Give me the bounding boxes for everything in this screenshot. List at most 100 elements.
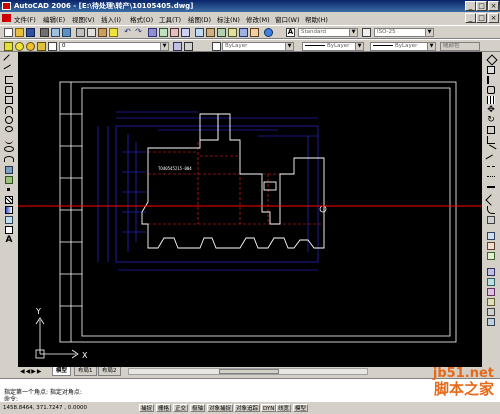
polar-toggle[interactable]: 极轴 — [190, 404, 206, 412]
chevron-down-icon[interactable]: ▼ — [355, 43, 363, 50]
scale-icon[interactable] — [487, 126, 495, 134]
layer-thaw-icon[interactable] — [26, 42, 35, 51]
move-icon[interactable]: ✥ — [487, 106, 495, 115]
match-properties-icon[interactable] — [109, 28, 118, 37]
mirror-icon[interactable] — [487, 76, 495, 84]
pan-icon[interactable] — [148, 28, 157, 37]
zoom-previous-icon[interactable] — [181, 28, 190, 37]
menu-draw[interactable]: 绘图(D) — [188, 14, 211, 24]
plotstyle-select[interactable]: 随颜色 — [440, 42, 480, 51]
make-block-icon[interactable] — [5, 176, 13, 184]
dyn-toggle[interactable]: DYN — [261, 404, 277, 412]
chevron-down-icon[interactable]: ▼ — [425, 29, 433, 36]
array-icon[interactable] — [487, 96, 495, 104]
plot-icon[interactable] — [40, 28, 49, 37]
revcloud-icon[interactable] — [5, 126, 13, 132]
menu-edit[interactable]: 编辑(E) — [43, 14, 65, 24]
markup-icon[interactable] — [239, 28, 248, 37]
lineweight-toggle[interactable]: 线宽 — [276, 404, 292, 412]
command-window[interactable]: 指定第一个角点: 指定对角点: 命令: — [0, 378, 500, 403]
properties-icon[interactable] — [195, 28, 204, 37]
insert-block-icon[interactable] — [5, 166, 13, 174]
layer-previous-icon[interactable] — [184, 42, 193, 51]
layer-manager-icon[interactable] — [4, 42, 13, 51]
dim-style-select[interactable]: ISO-25 ▼ — [374, 28, 434, 37]
dimension-continue-icon[interactable] — [487, 318, 495, 326]
rectangle-icon[interactable] — [5, 96, 13, 104]
draw-order-icon[interactable] — [487, 232, 495, 240]
doc-restore-button[interactable]: □ — [476, 13, 487, 23]
save-icon[interactable] — [26, 28, 35, 37]
drawing-canvas[interactable]: TO40545215-004 Y X — [18, 52, 482, 367]
polygon-icon[interactable] — [5, 86, 13, 94]
tab-scroll-arrows[interactable]: ◀◀▶▶ — [20, 368, 42, 375]
osnap-toggle[interactable]: 对象捕捉 — [207, 404, 234, 412]
color-select[interactable]: ByLayer ▼ — [222, 42, 294, 51]
menu-dimension[interactable]: 标注(N) — [217, 14, 240, 24]
menu-window[interactable]: 窗口(W) — [275, 14, 300, 24]
extend-icon[interactable] — [485, 154, 497, 166]
autocad-app-icon[interactable] — [2, 2, 11, 10]
designcenter-icon[interactable] — [206, 28, 215, 37]
spline-icon[interactable] — [5, 136, 13, 144]
point-icon[interactable] — [7, 188, 10, 191]
region-icon[interactable] — [5, 216, 13, 224]
sheetset-icon[interactable] — [228, 28, 237, 37]
document-icon[interactable] — [2, 14, 11, 22]
redo-icon[interactable]: ↷ — [134, 28, 143, 37]
color-swatch-icon[interactable] — [212, 42, 221, 51]
circle-icon[interactable] — [5, 116, 13, 124]
undo-icon[interactable]: ↶ — [123, 28, 132, 37]
arc-icon[interactable] — [5, 106, 13, 114]
model-space-toggle[interactable]: 模型 — [293, 404, 309, 412]
copy-object-icon[interactable] — [487, 66, 495, 74]
dimension-angular-icon[interactable] — [487, 298, 495, 306]
tab-layout1[interactable]: 布局1 — [74, 367, 97, 376]
chevron-down-icon[interactable]: ▼ — [427, 43, 435, 50]
zoom-window-icon[interactable] — [170, 28, 179, 37]
chevron-down-icon[interactable]: ▼ — [349, 29, 357, 36]
erase-icon[interactable] — [486, 54, 498, 66]
menu-format[interactable]: 格式(O) — [130, 14, 153, 24]
doc-minimize-button[interactable]: _ — [465, 13, 476, 23]
multiline-text-icon[interactable]: A — [5, 236, 13, 245]
publish-icon[interactable] — [62, 28, 71, 37]
doc-close-button[interactable]: × — [488, 13, 499, 23]
chamfer-icon[interactable] — [485, 194, 497, 206]
paste-icon[interactable] — [98, 28, 107, 37]
maximize-button[interactable]: □ — [476, 1, 487, 11]
dim-style-icon[interactable] — [362, 28, 371, 37]
menu-file[interactable]: 文件(F) — [14, 14, 36, 24]
scrollbar-thumb[interactable] — [219, 369, 279, 374]
open-icon[interactable] — [15, 28, 24, 37]
polyline-icon[interactable] — [5, 76, 13, 84]
ortho-toggle[interactable]: 正交 — [173, 404, 189, 412]
break-icon[interactable] — [487, 176, 495, 184]
coordinate-readout[interactable]: 1458.8464, 371.7247 , 0.0000 — [3, 404, 87, 412]
join-icon[interactable] — [487, 186, 495, 194]
table-icon[interactable] — [5, 226, 13, 234]
layer-select[interactable]: 0 ▼ — [59, 42, 169, 51]
minimize-button[interactable]: _ — [465, 1, 476, 11]
new-icon[interactable] — [4, 28, 13, 37]
cut-icon[interactable] — [76, 28, 85, 37]
plot-preview-icon[interactable] — [51, 28, 60, 37]
snap-toggle[interactable]: 捕捉 — [139, 404, 155, 412]
chevron-down-icon[interactable]: ▼ — [285, 43, 293, 50]
zoom-realtime-icon[interactable] — [159, 28, 168, 37]
dimension-radius-icon[interactable] — [487, 288, 495, 296]
menu-tools[interactable]: 工具(T) — [159, 14, 181, 24]
quickcalc-icon[interactable] — [250, 28, 259, 37]
layer-lock-icon[interactable] — [37, 42, 46, 51]
tool-palettes-icon[interactable] — [217, 28, 226, 37]
ellipse-icon[interactable] — [4, 146, 14, 152]
hatch-icon[interactable] — [5, 196, 13, 204]
layer-color-swatch-icon[interactable] — [48, 42, 57, 51]
construction-line-icon[interactable] — [3, 64, 15, 76]
dimension-baseline-icon[interactable] — [487, 308, 495, 316]
gradient-icon[interactable] — [5, 206, 13, 214]
horizontal-scrollbar[interactable] — [128, 368, 368, 375]
tab-layout2[interactable]: 布局2 — [98, 367, 121, 376]
bring-front-icon[interactable] — [487, 242, 495, 250]
copy-icon[interactable] — [87, 28, 96, 37]
